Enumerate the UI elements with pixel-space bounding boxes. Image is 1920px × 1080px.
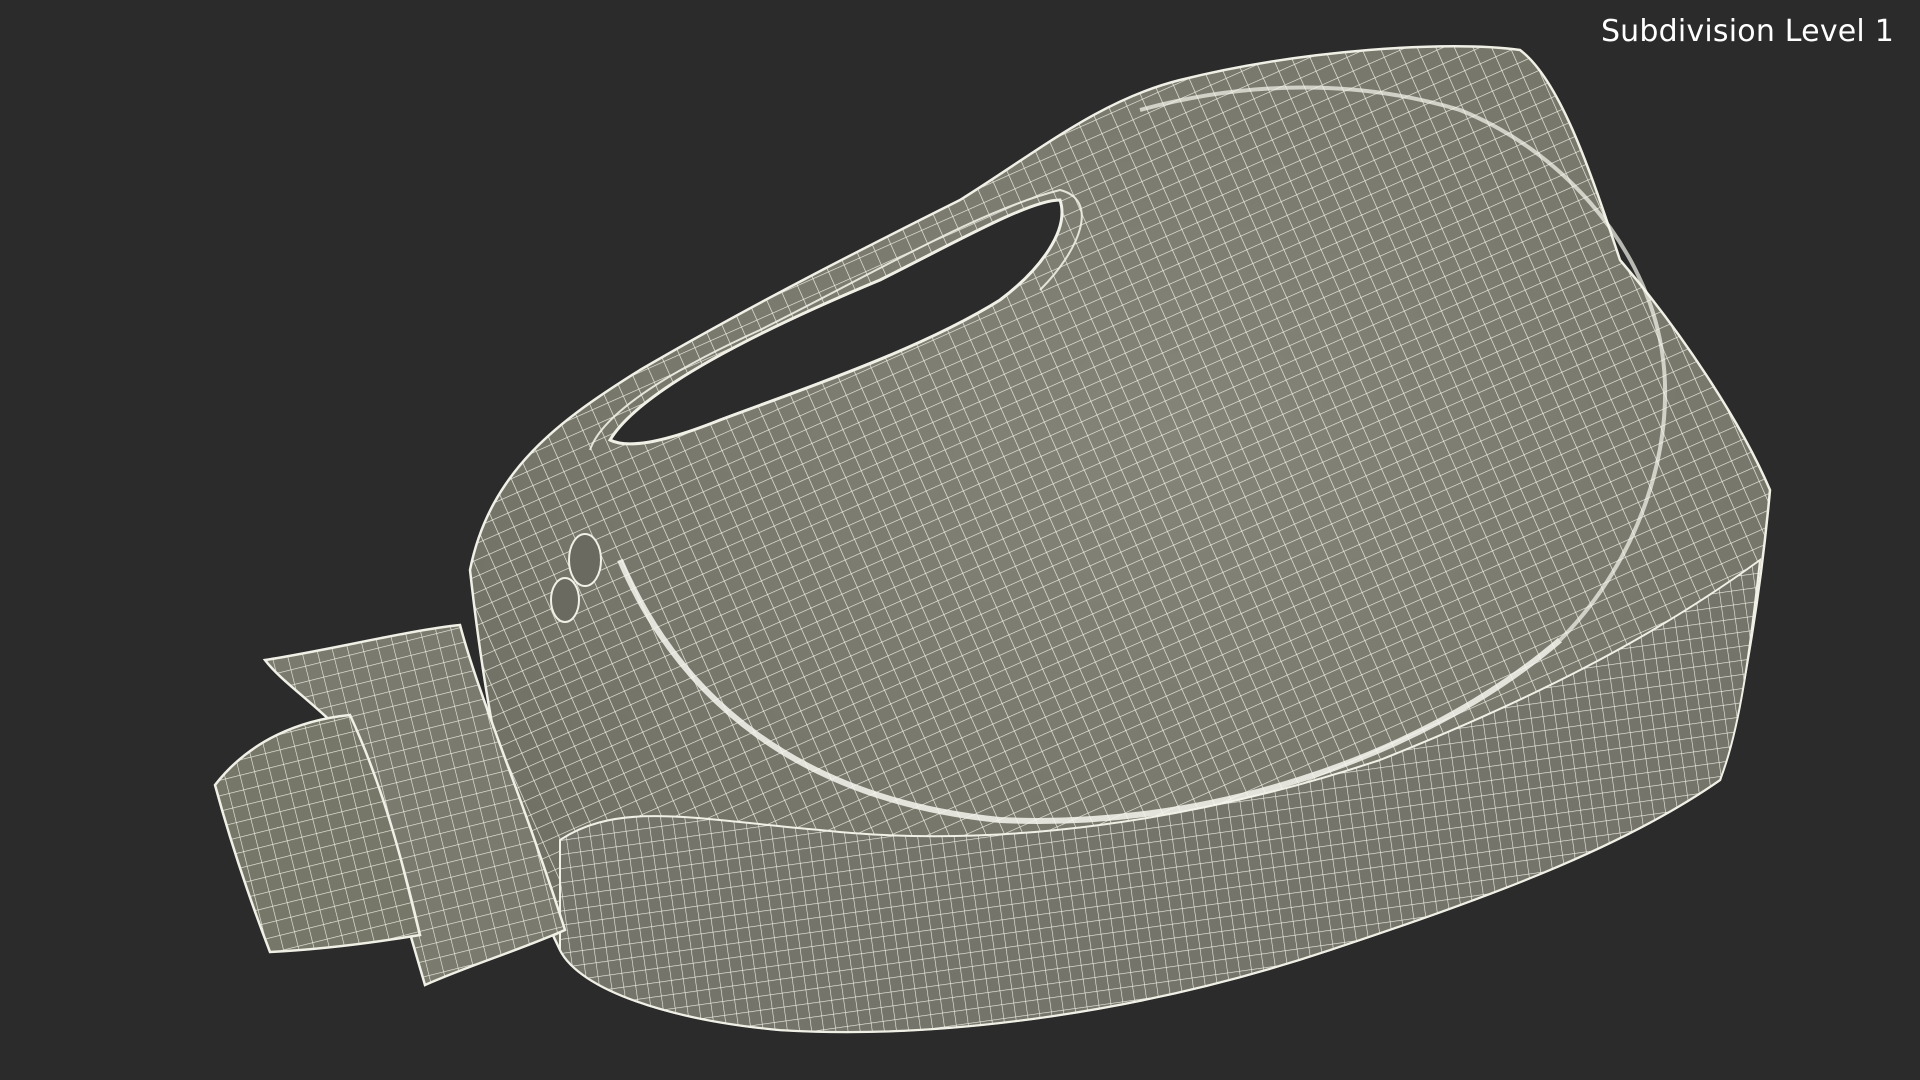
3d-viewport[interactable]: Subdivision Level 1 bbox=[0, 0, 1920, 1080]
subdivision-level-label: Subdivision Level 1 bbox=[1600, 14, 1894, 49]
mesh-model-icon bbox=[213, 45, 1772, 1034]
